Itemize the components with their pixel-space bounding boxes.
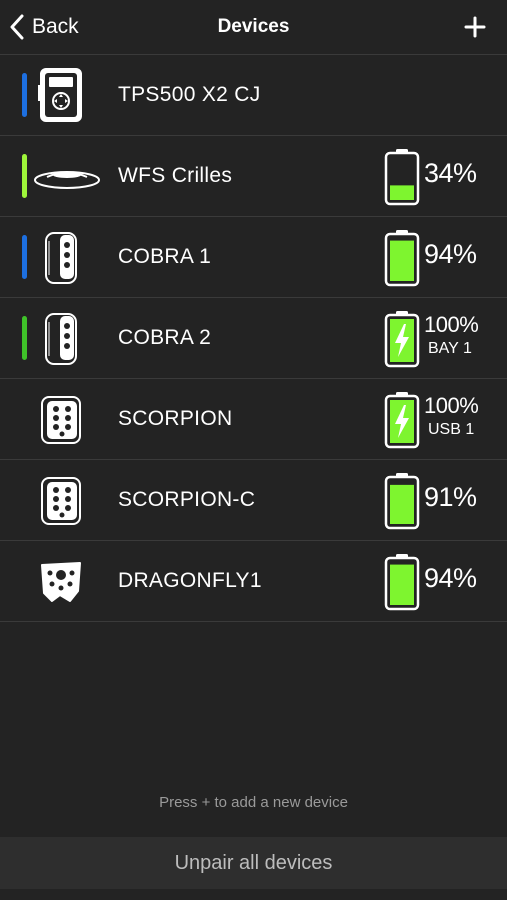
battery-icon xyxy=(384,230,420,287)
add-device-button[interactable] xyxy=(463,15,487,39)
keypad-device-icon xyxy=(41,477,81,525)
device-row[interactable]: DRAGONFLY1 94% xyxy=(0,541,507,622)
cylinder-device-icon xyxy=(45,232,77,284)
battery-level xyxy=(390,240,414,281)
device-row[interactable]: COBRA 1 94% xyxy=(0,217,507,298)
device-name: WFS Crilles xyxy=(118,164,233,187)
battery-percent: 34% xyxy=(424,158,477,188)
device-name: COBRA 1 xyxy=(118,245,212,268)
battery-icon xyxy=(384,311,420,368)
device-row[interactable]: TPS500 X2 CJ xyxy=(0,55,507,136)
battery-percent: 94% xyxy=(424,239,477,269)
battery-level xyxy=(390,484,414,524)
connection-indicator xyxy=(22,235,27,279)
plus-icon xyxy=(464,16,486,38)
battery-level xyxy=(390,185,414,200)
device-row[interactable]: COBRA 2 100% BAY 1 xyxy=(0,298,507,379)
battery-icon xyxy=(384,473,420,530)
connection-indicator xyxy=(22,73,27,117)
device-row[interactable]: SCORPION 100% USB 1 xyxy=(0,379,507,460)
device-name: TPS500 X2 CJ xyxy=(118,83,261,106)
unpair-all-button[interactable]: Unpair all devices xyxy=(0,837,507,889)
device-name: DRAGONFLY1 xyxy=(118,569,262,592)
connection-indicator xyxy=(22,154,27,198)
battery-icon xyxy=(384,149,420,206)
nav-bar: Back Devices xyxy=(0,0,507,55)
device-name: SCORPION-C xyxy=(118,488,256,511)
page-title: Devices xyxy=(217,16,290,37)
dragonfly-device-icon xyxy=(41,562,81,602)
battery-level xyxy=(390,564,414,605)
device-name: SCORPION xyxy=(118,407,233,430)
device-row[interactable]: WFS Crilles 34% xyxy=(0,136,507,217)
battery-percent: 100% xyxy=(424,312,479,337)
battery-percent: 94% xyxy=(424,563,477,593)
charge-source: BAY 1 xyxy=(428,340,472,357)
device-row[interactable]: SCORPION-C 91% xyxy=(0,460,507,541)
battery-icon xyxy=(384,554,420,611)
connection-indicator xyxy=(22,316,27,360)
device-list: TPS500 X2 CJ WFS Crilles 34% COBRA 1 94% xyxy=(0,55,507,622)
disc-sensor-icon xyxy=(34,171,100,189)
battery-percent: 91% xyxy=(424,482,477,512)
add-device-hint: Press + to add a new device xyxy=(159,794,348,811)
battery-percent: 100% xyxy=(424,393,479,418)
charge-source: USB 1 xyxy=(428,421,475,438)
controller-icon xyxy=(38,68,82,122)
battery-icon xyxy=(384,392,420,449)
device-name: COBRA 2 xyxy=(118,326,212,349)
cylinder-device-icon xyxy=(45,313,77,365)
keypad-device-icon xyxy=(41,396,81,444)
